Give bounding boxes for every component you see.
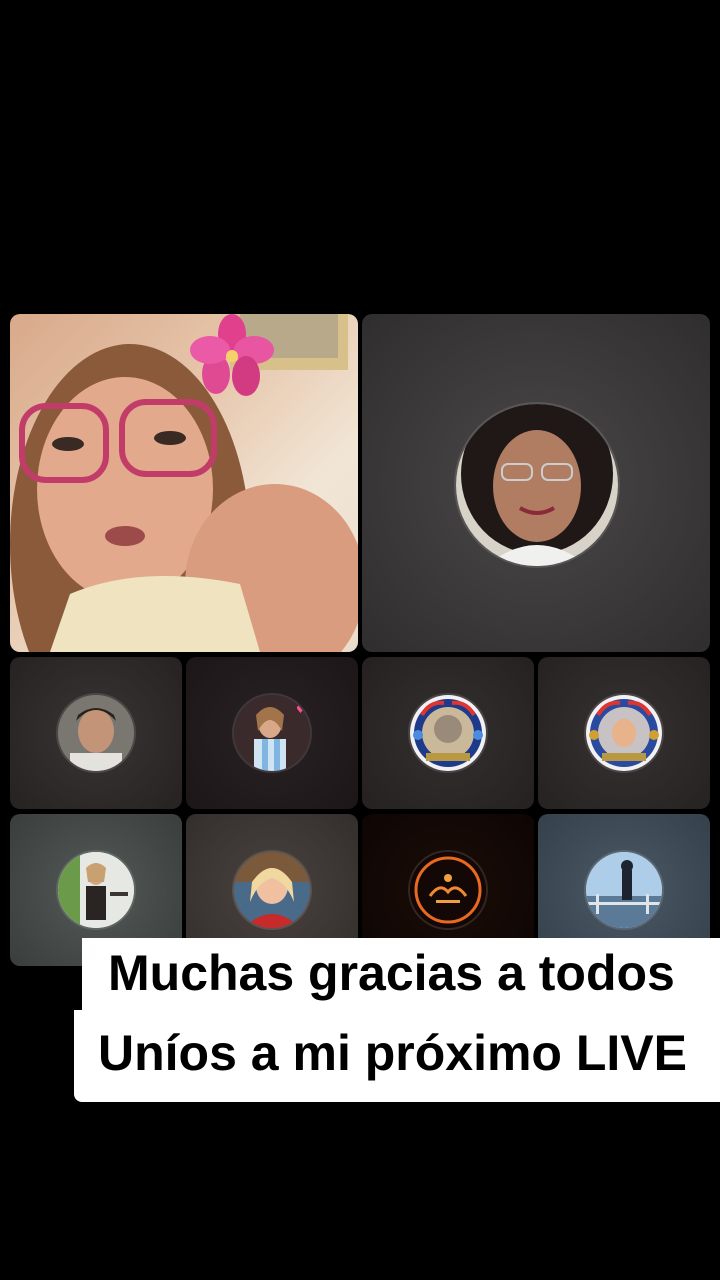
- guest-avatar: [410, 852, 486, 928]
- guest-tile[interactable]: [10, 657, 182, 809]
- guest-tile[interactable]: [362, 657, 534, 809]
- guest-avatar: [58, 852, 134, 928]
- caption-line-1: Muchas gracias a todos: [82, 938, 720, 1014]
- guest-avatar: ♥: [234, 695, 310, 771]
- host-video-tile[interactable]: [10, 314, 358, 652]
- caption-line-2: Uníos a mi próximo LIVE: [74, 1010, 720, 1102]
- live-screen: ♥ Muchas gracias a todos Uníos a mi próx…: [0, 0, 720, 1280]
- guest-avatar: [58, 695, 134, 771]
- featured-guest-tile[interactable]: [362, 314, 710, 652]
- svg-text:♥: ♥: [296, 705, 305, 716]
- guest-avatar: [586, 852, 662, 928]
- host-video-feed: [10, 314, 358, 652]
- guest-avatar: [234, 852, 310, 928]
- guest-avatar: [410, 695, 486, 771]
- guest-avatar: [586, 695, 662, 771]
- guest-avatar: [456, 404, 618, 566]
- guest-tile[interactable]: [538, 657, 710, 809]
- guest-tile[interactable]: ♥: [186, 657, 358, 809]
